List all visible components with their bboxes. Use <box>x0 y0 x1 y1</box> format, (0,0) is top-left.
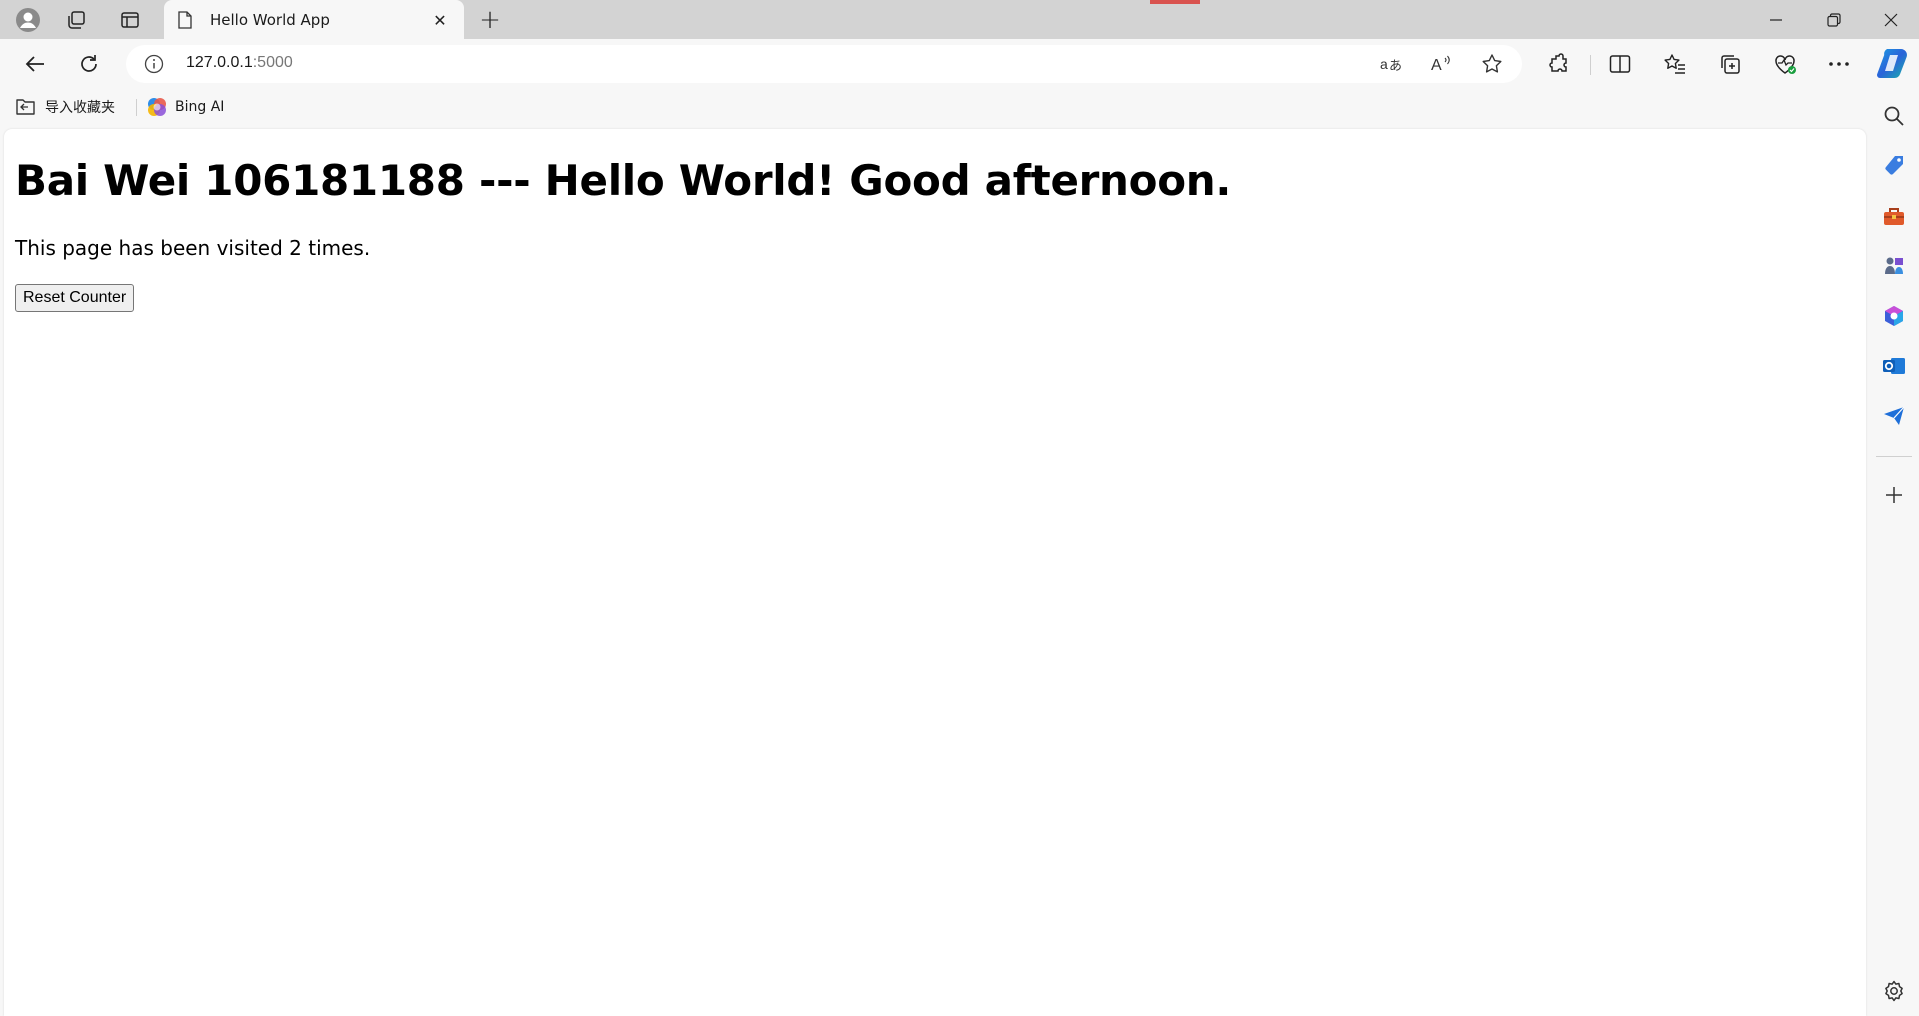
url-port: :5000 <box>252 54 293 71</box>
send-drop-icon[interactable] <box>1878 400 1910 432</box>
bookmark-separator <box>136 99 137 116</box>
refresh-icon[interactable] <box>70 45 108 83</box>
bookmark-import-favorites[interactable]: 导入收藏夹 <box>15 95 115 119</box>
tab-title: Hello World App <box>210 11 330 29</box>
navigation-bar: 127.0.0.1:5000 aあ A <box>0 39 1919 89</box>
edge-sidebar <box>1870 89 1919 1016</box>
sidebar-divider <box>1876 456 1912 457</box>
browser-essentials-icon[interactable] <box>1766 45 1804 83</box>
address-bar[interactable]: 127.0.0.1:5000 aあ A <box>126 45 1522 83</box>
svg-text:a: a <box>1380 56 1388 72</box>
split-screen-icon[interactable] <box>1601 45 1639 83</box>
svg-text:A: A <box>1431 57 1442 74</box>
back-icon[interactable] <box>16 45 54 83</box>
site-info-icon[interactable] <box>144 54 164 74</box>
page-icon <box>178 11 192 29</box>
collections-icon[interactable] <box>1711 45 1749 83</box>
page-viewport: Bai Wei 106181188 --- Hello World! Good … <box>4 129 1866 1016</box>
favorites-icon[interactable] <box>1656 45 1694 83</box>
tools-toolbox-icon[interactable] <box>1878 200 1910 232</box>
tab-actions-icon[interactable] <box>114 4 146 36</box>
settings-gear-icon[interactable] <box>1878 975 1910 1007</box>
favorite-star-icon[interactable] <box>1478 50 1506 78</box>
extensions-icon[interactable] <box>1540 45 1578 83</box>
outlook-icon[interactable] <box>1878 350 1910 382</box>
bookmark-bing-ai[interactable]: Bing AI <box>147 95 224 119</box>
profile-icon[interactable] <box>12 4 44 36</box>
tab-strip: Hello World App ✕ + <box>0 0 1919 39</box>
games-icon[interactable] <box>1878 250 1910 282</box>
search-icon[interactable] <box>1878 100 1910 132</box>
close-window-icon[interactable] <box>1863 0 1919 39</box>
translate-icon[interactable]: aあ <box>1378 50 1406 78</box>
bing-ai-icon <box>148 98 166 116</box>
microsoft-365-icon[interactable] <box>1878 300 1910 332</box>
bookmark-label: 导入收藏夹 <box>45 100 115 116</box>
reset-counter-button[interactable]: Reset Counter <box>15 284 135 312</box>
active-tab[interactable]: Hello World App ✕ <box>164 0 464 39</box>
window-indicator <box>1150 0 1200 4</box>
toolbar-divider <box>1590 55 1591 75</box>
url-host: 127.0.0.1 <box>186 54 253 71</box>
restore-icon[interactable] <box>1806 0 1862 39</box>
close-tab-icon[interactable]: ✕ <box>426 6 454 34</box>
import-favorites-icon <box>16 99 35 115</box>
minimize-icon[interactable] <box>1748 0 1804 39</box>
bookmarks-bar: 导入收藏夹 Bing AI <box>0 89 1870 125</box>
bookmark-label: Bing AI <box>175 99 225 115</box>
visit-count-text: This page has been visited 2 times. <box>15 236 371 260</box>
svg-text:あ: あ <box>1389 59 1402 74</box>
read-aloud-icon[interactable]: A <box>1428 50 1456 78</box>
more-options-icon[interactable] <box>1820 45 1858 83</box>
copilot-icon[interactable] <box>1876 46 1910 80</box>
url-text[interactable]: 127.0.0.1:5000 <box>186 54 293 72</box>
add-sidebar-app-icon[interactable] <box>1878 479 1910 511</box>
page-heading: Bai Wei 106181188 --- Hello World! Good … <box>15 156 1232 205</box>
shopping-tag-icon[interactable] <box>1878 150 1910 182</box>
new-tab-icon[interactable]: + <box>474 4 506 36</box>
workspaces-icon[interactable] <box>60 4 92 36</box>
